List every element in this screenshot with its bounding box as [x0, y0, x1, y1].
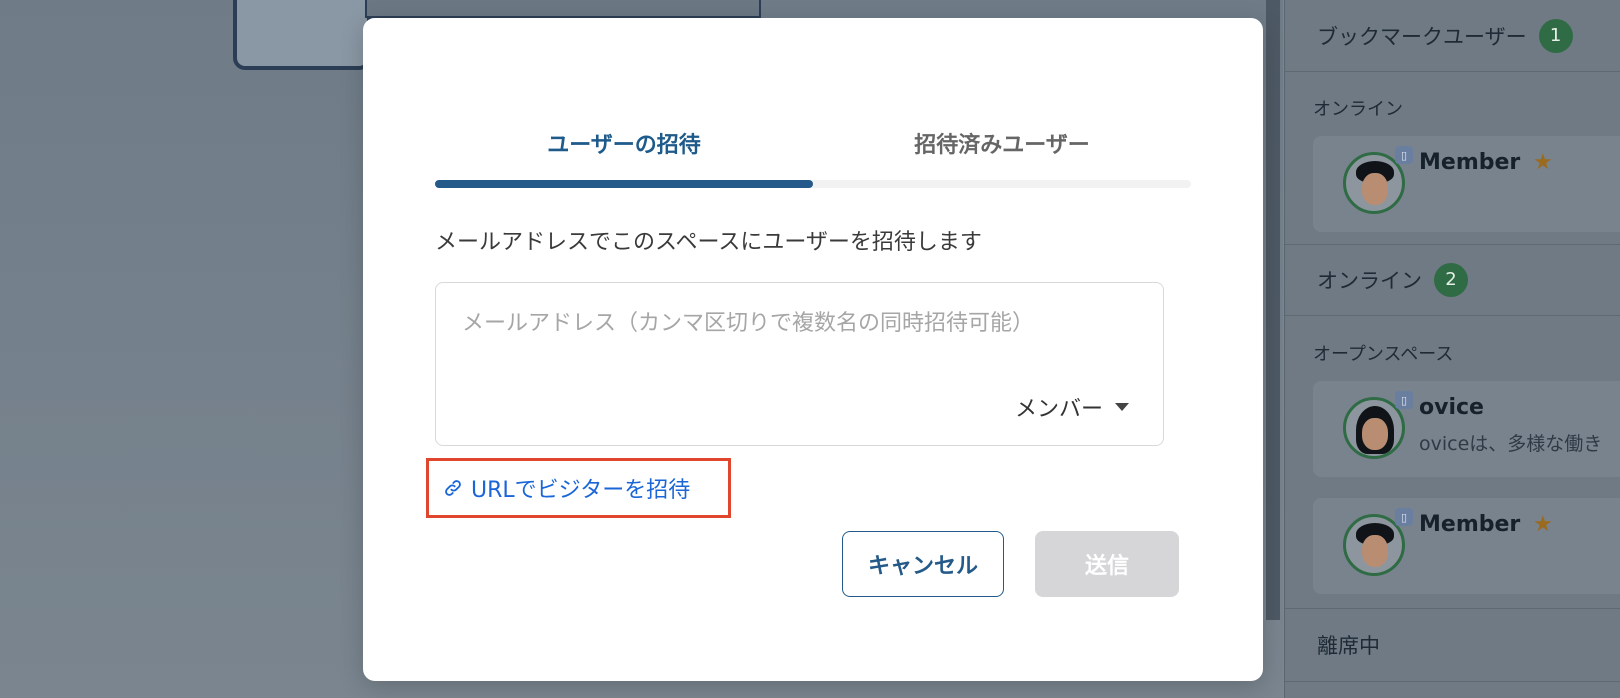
active-tab-indicator	[435, 180, 813, 188]
bookmark-count-badge: 1	[1538, 18, 1573, 53]
invite-user-dialog: ユーザーの招待 招待済みユーザー メールアドレスでこのスペースにユーザーを招待し…	[363, 18, 1263, 681]
mobile-device-icon: ▯	[1395, 146, 1413, 164]
tab-invited-users[interactable]: 招待済みユーザー	[813, 108, 1191, 178]
user-card[interactable]: ▯ ovice oviceは、多様な働き	[1313, 381, 1620, 477]
tab-invite-user[interactable]: ユーザーの招待	[435, 108, 813, 178]
email-input-box: メンバー	[435, 282, 1164, 446]
user-name: Member	[1419, 150, 1521, 175]
invite-visitor-url-link[interactable]: URLでビジターを招待	[426, 458, 731, 518]
user-card[interactable]: ▯ Member ★	[1313, 498, 1620, 594]
room-tile	[233, 0, 371, 70]
role-dropdown[interactable]: メンバー	[1015, 391, 1129, 423]
user-sidebar: ブックマークユーザー 1 オンライン ▯ Member ★ オンライン 2 オー…	[1284, 0, 1620, 698]
invite-tabs: ユーザーの招待 招待済みユーザー	[435, 108, 1191, 190]
role-selected-label: メンバー	[1014, 397, 1103, 422]
cancel-button[interactable]: キャンセル	[842, 531, 1004, 597]
online-header[interactable]: オンライン 2	[1285, 244, 1620, 316]
online-count-badge: 2	[1434, 262, 1468, 297]
link-icon	[445, 480, 461, 496]
send-button[interactable]: 送信	[1035, 531, 1179, 597]
star-icon: ★	[1533, 512, 1553, 537]
mobile-device-icon: ▯	[1395, 508, 1413, 526]
away-header[interactable]: 離席中	[1285, 608, 1620, 682]
star-icon: ★	[1533, 150, 1553, 175]
user-name: ovice	[1419, 395, 1484, 420]
bookmark-users-header[interactable]: ブックマークユーザー 1	[1285, 0, 1620, 72]
user-card[interactable]: ▯ Member ★	[1313, 136, 1620, 232]
caret-down-icon	[1115, 403, 1129, 411]
user-status-message: oviceは、多様な働き	[1419, 433, 1603, 455]
open-space-label: オープンスペース	[1313, 344, 1454, 365]
invite-description: メールアドレスでこのスペースにユーザーを招待します	[435, 230, 982, 255]
room-tile	[365, 0, 761, 18]
online-sub-label: オンライン	[1313, 99, 1403, 120]
invite-visitor-url-label: URLでビジターを招待	[471, 478, 691, 503]
user-name: Member	[1419, 512, 1521, 537]
scrollbar[interactable]	[1266, 0, 1280, 620]
mobile-device-icon: ▯	[1395, 391, 1413, 409]
away-title: 離席中	[1317, 633, 1380, 658]
bookmark-users-title: ブックマークユーザー	[1317, 24, 1527, 49]
online-title: オンライン	[1317, 268, 1422, 293]
email-input[interactable]	[456, 303, 1148, 343]
